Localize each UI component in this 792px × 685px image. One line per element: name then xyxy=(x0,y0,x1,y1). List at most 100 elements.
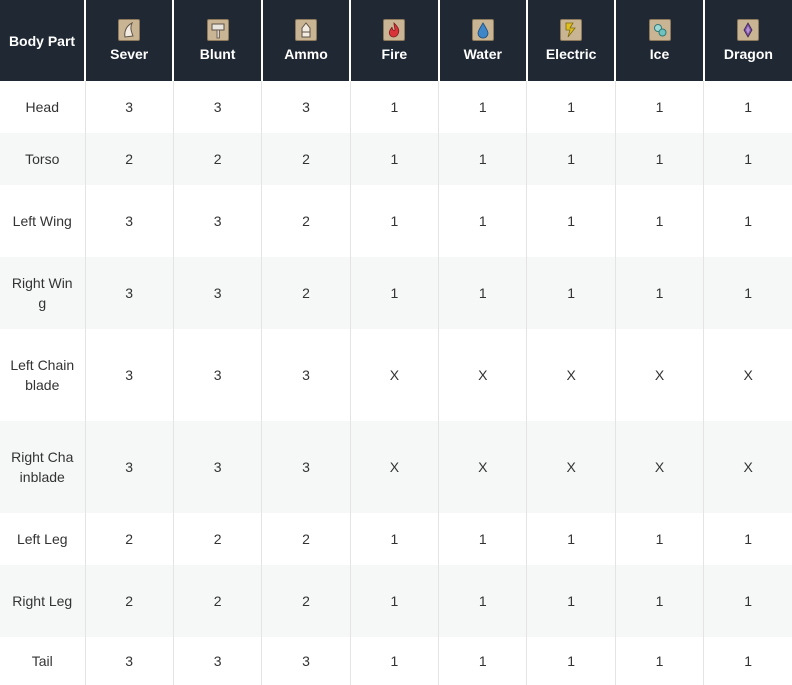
value-cell: 1 xyxy=(438,637,528,685)
value-cell: 3 xyxy=(85,81,174,133)
table-row: Tail 3 3 3 1 1 1 1 1 xyxy=(0,637,792,685)
value-cell: 2 xyxy=(261,257,351,329)
value-cell: 2 xyxy=(85,133,174,185)
value-cell: 1 xyxy=(703,513,792,565)
value-cell: 2 xyxy=(173,513,263,565)
body-part-cell: Head xyxy=(0,81,86,133)
value-cell: 1 xyxy=(526,637,616,685)
value-cell: 2 xyxy=(261,185,351,257)
value-cell: 3 xyxy=(261,329,351,421)
value-cell: 3 xyxy=(173,81,263,133)
header-sever: Sever xyxy=(85,0,175,81)
electric-icon xyxy=(560,19,583,41)
value-cell: 1 xyxy=(438,185,528,257)
fire-icon xyxy=(383,19,406,41)
value-cell: 1 xyxy=(703,81,792,133)
hitzone-table: Body Part Sever Blunt Ammo Fire Water El… xyxy=(0,0,792,685)
value-cell: 1 xyxy=(438,81,528,133)
header-label: Electric xyxy=(545,46,597,62)
table-row: Right Leg 2 2 2 1 1 1 1 1 xyxy=(0,565,792,637)
value-cell: 3 xyxy=(85,637,174,685)
value-cell: 2 xyxy=(85,565,174,637)
value-cell: 3 xyxy=(85,421,174,513)
header-label: Blunt xyxy=(199,46,236,62)
header-blunt: Blunt xyxy=(173,0,263,81)
table-row: Left Chainblade 3 3 3 X X X X X xyxy=(0,329,792,421)
body-part-cell: Right Wing xyxy=(0,257,86,329)
header-body-part-label: Body Part xyxy=(8,32,76,49)
value-cell: 1 xyxy=(350,513,440,565)
body-part-cell: Left Wing xyxy=(0,185,86,257)
value-cell: 3 xyxy=(261,81,351,133)
value-cell: 1 xyxy=(526,257,616,329)
table-row: Right Chainblade 3 3 3 X X X X X xyxy=(0,421,792,513)
value-cell: 3 xyxy=(85,329,174,421)
value-cell: 1 xyxy=(350,81,440,133)
table-row: Head 3 3 3 1 1 1 1 1 xyxy=(0,81,792,133)
value-cell: X xyxy=(438,421,528,513)
header-label: Dragon xyxy=(723,46,773,62)
header-label: Water xyxy=(463,46,502,62)
value-cell: 1 xyxy=(438,513,528,565)
value-cell: 3 xyxy=(173,329,263,421)
value-cell: X xyxy=(350,329,440,421)
header-label: Ice xyxy=(649,46,670,62)
value-cell: X xyxy=(703,421,792,513)
value-cell: X xyxy=(438,329,528,421)
value-cell: X xyxy=(526,329,616,421)
value-cell: 2 xyxy=(261,565,351,637)
header-row: Body Part Sever Blunt Ammo Fire Water El… xyxy=(0,0,792,81)
header-label: Sever xyxy=(110,46,149,62)
value-cell: X xyxy=(526,421,616,513)
value-cell: 3 xyxy=(261,421,351,513)
header-electric: Electric xyxy=(526,0,617,81)
body-part-cell: Left Leg xyxy=(0,513,86,565)
header-dragon: Dragon xyxy=(703,0,792,81)
sever-icon xyxy=(118,19,141,41)
value-cell: 3 xyxy=(173,185,263,257)
body-part-cell: Torso xyxy=(0,133,86,185)
body-part-cell: Right Leg xyxy=(0,565,86,637)
value-cell: X xyxy=(703,329,792,421)
header-label: Fire xyxy=(381,46,408,62)
value-cell: 3 xyxy=(85,185,174,257)
value-cell: 1 xyxy=(703,637,792,685)
body-part-cell: Left Chainblade xyxy=(0,329,86,421)
value-cell: 1 xyxy=(703,185,792,257)
value-cell: 1 xyxy=(526,81,616,133)
value-cell: 1 xyxy=(350,637,440,685)
table-row: Left Leg 2 2 2 1 1 1 1 1 xyxy=(0,513,792,565)
ammo-icon xyxy=(294,19,317,41)
value-cell: 1 xyxy=(350,565,440,637)
value-cell: 1 xyxy=(350,257,440,329)
water-icon xyxy=(471,19,494,41)
body-part-cell: Tail xyxy=(0,637,86,685)
header-water: Water xyxy=(438,0,528,81)
table-row: Torso 2 2 2 1 1 1 1 1 xyxy=(0,133,792,185)
value-cell: 1 xyxy=(438,257,528,329)
value-cell: 1 xyxy=(438,133,528,185)
value-cell: 1 xyxy=(703,565,792,637)
value-cell: 1 xyxy=(526,565,616,637)
value-cell: 3 xyxy=(85,257,174,329)
value-cell: 1 xyxy=(703,257,792,329)
value-cell: 1 xyxy=(615,133,705,185)
value-cell: 1 xyxy=(350,185,440,257)
value-cell: 1 xyxy=(615,185,705,257)
value-cell: 1 xyxy=(526,513,616,565)
header-ammo: Ammo xyxy=(261,0,352,81)
value-cell: 1 xyxy=(615,257,705,329)
value-cell: 3 xyxy=(261,637,351,685)
body-part-cell: Right Chainblade xyxy=(0,421,86,513)
value-cell: 1 xyxy=(526,133,616,185)
value-cell: X xyxy=(615,421,705,513)
value-cell: 2 xyxy=(261,133,351,185)
value-cell: X xyxy=(615,329,705,421)
value-cell: 1 xyxy=(703,133,792,185)
table-row: Right Wing 3 3 2 1 1 1 1 1 xyxy=(0,257,792,329)
value-cell: 2 xyxy=(173,133,263,185)
value-cell: 2 xyxy=(85,513,174,565)
value-cell: 1 xyxy=(350,133,440,185)
value-cell: 1 xyxy=(615,565,705,637)
value-cell: X xyxy=(350,421,440,513)
